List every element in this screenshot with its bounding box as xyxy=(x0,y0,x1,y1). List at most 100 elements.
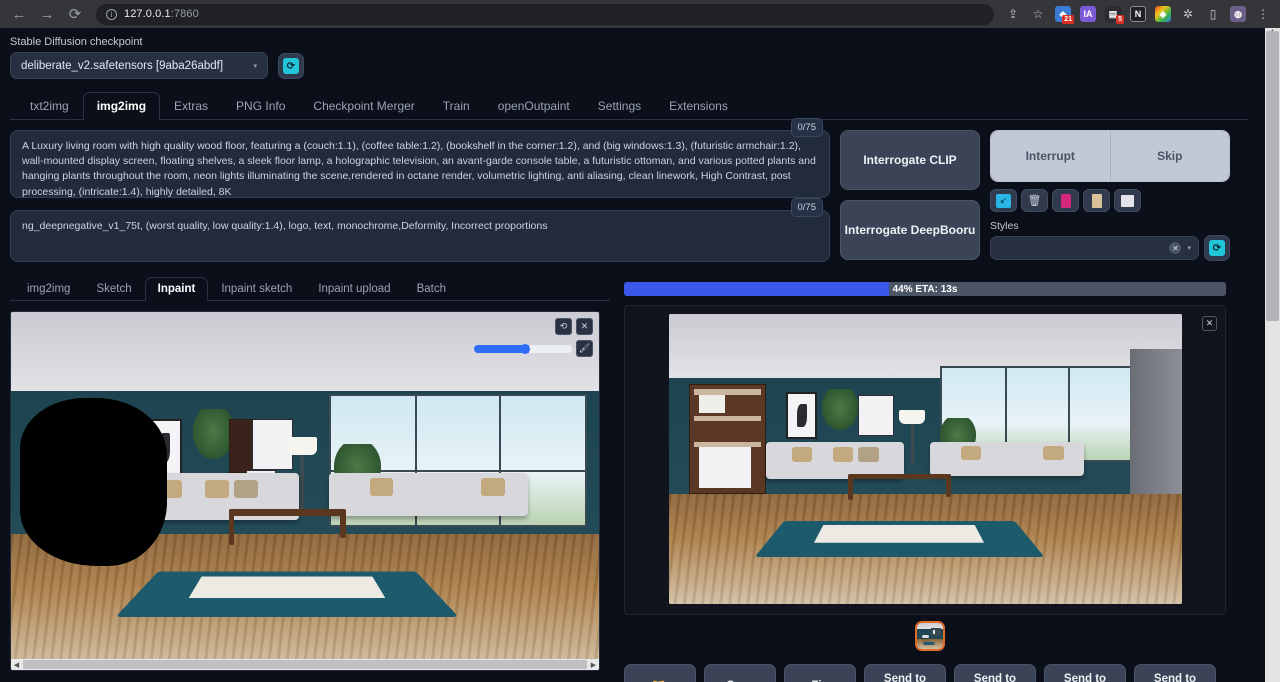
site-info-icon[interactable]: i xyxy=(106,9,117,20)
gallery-thumbnail-selected[interactable] xyxy=(915,621,945,651)
send-to-inpaint-button[interactable]: Send to xyxy=(954,664,1036,682)
refresh-styles-button[interactable]: ⟳ xyxy=(1204,235,1230,261)
tab-train[interactable]: Train xyxy=(429,92,484,120)
scroll-right-icon[interactable]: ▶ xyxy=(588,661,599,669)
url-text: 127.0.0.1:7860 xyxy=(124,8,199,20)
subtab-img2img[interactable]: img2img xyxy=(14,277,83,301)
browser-menu-icon[interactable]: ⋮ xyxy=(1252,3,1274,25)
tab-extras[interactable]: Extras xyxy=(160,92,222,120)
subtab-inpaint-upload[interactable]: Inpaint upload xyxy=(305,277,403,301)
subtab-inpaint-sketch[interactable]: Inpaint sketch xyxy=(208,277,305,301)
negative-token-counter: 0/75 xyxy=(791,198,824,217)
webui-app: Stable Diffusion checkpoint deliberate_v… xyxy=(0,28,1280,682)
extension-icon-4[interactable]: ◈ xyxy=(1152,3,1174,25)
positive-prompt-text: A Luxury living room with high quality w… xyxy=(22,140,816,198)
gallery-thumbnails xyxy=(624,621,1236,651)
positive-prompt-input[interactable]: 0/75 A Luxury living room with high qual… xyxy=(10,130,830,198)
interrogate-clip-button[interactable]: Interrogate CLIP xyxy=(840,130,980,190)
send-to-img2img-button[interactable]: Send to xyxy=(864,664,946,682)
scroll-thumb[interactable] xyxy=(23,660,587,669)
send-to-openoutpaint-button[interactable]: Send to xyxy=(1134,664,1216,682)
main-tab-bar: txt2img img2img Extras PNG Info Checkpoi… xyxy=(10,91,1248,120)
work-area: img2img Sketch Inpaint Inpaint sketch In… xyxy=(10,276,1248,682)
generation-progress-bar: 44% ETA: 13s xyxy=(624,282,1226,296)
undo-icon[interactable]: ⟲ xyxy=(555,318,572,335)
prompt-column: 0/75 A Luxury living room with high qual… xyxy=(10,130,830,262)
interrogate-column: Interrogate CLIP Interrogate DeepBooru xyxy=(840,130,980,262)
interrogate-deepbooru-label: Interrogate DeepBooru xyxy=(845,222,976,238)
side-controls: Interrogate CLIP Interrogate DeepBooru I… xyxy=(840,130,1235,262)
extension-icon-1[interactable]: IA xyxy=(1077,3,1099,25)
profile-avatar[interactable]: ◍ xyxy=(1227,3,1249,25)
result-gallery[interactable]: ✕ xyxy=(624,305,1226,615)
refresh-icon: ⟳ xyxy=(1209,240,1225,256)
canvas-toolbar: ⟲ ✕ 🖌 xyxy=(474,318,593,357)
save-style-icon[interactable] xyxy=(1114,189,1141,212)
checkpoint-field: Stable Diffusion checkpoint deliberate_v… xyxy=(10,36,268,79)
subtab-inpaint[interactable]: Inpaint xyxy=(145,277,209,301)
interrogate-deepbooru-button[interactable]: Interrogate DeepBooru xyxy=(840,200,980,260)
page-scroll-thumb[interactable] xyxy=(1266,31,1279,321)
tab-openoutpaint[interactable]: openOutpaint xyxy=(484,92,584,120)
close-icon[interactable]: ✕ xyxy=(1202,316,1217,331)
checkpoint-dropdown[interactable]: deliberate_v2.safetensors [9aba26abdf] ▾ xyxy=(10,52,268,79)
tab-extensions[interactable]: Extensions xyxy=(655,92,742,120)
save-button[interactable]: Save xyxy=(704,664,776,682)
page-content: Stable Diffusion checkpoint deliberate_v… xyxy=(0,28,1262,682)
extension-icon-3[interactable]: N xyxy=(1127,3,1149,25)
page-scrollbar[interactable]: ▲ xyxy=(1265,28,1280,682)
extra-networks-icon[interactable] xyxy=(1052,189,1079,212)
generated-image[interactable] xyxy=(669,314,1182,604)
apply-style-icon[interactable] xyxy=(1083,189,1110,212)
prompt-section: 0/75 A Luxury living room with high qual… xyxy=(10,130,1248,262)
extension-icon-0[interactable]: ◆21 xyxy=(1052,3,1074,25)
browser-action-icons: ⇪ ☆ ◆21 IA ▤5 N ◈ ✲ ▯ ◍ ⋮ xyxy=(1002,3,1274,25)
reload-icon[interactable]: ⟳ xyxy=(62,1,88,27)
output-action-buttons: 📂 Save Zip Send to Send to Send to Send … xyxy=(624,664,1236,682)
puzzle-icon[interactable]: ✲ xyxy=(1177,3,1199,25)
styles-row: ✕ ▾ ⟳ xyxy=(990,235,1230,261)
tab-txt2img[interactable]: txt2img xyxy=(16,92,83,120)
forward-icon[interactable]: → xyxy=(34,1,60,27)
brush-size-slider[interactable] xyxy=(474,345,572,353)
negative-prompt-text: ng_deepnegative_v1_75t, (worst quality, … xyxy=(22,220,547,232)
address-bar[interactable]: i 127.0.0.1:7860 xyxy=(96,4,994,25)
skip-button[interactable]: Skip xyxy=(1110,131,1230,181)
tab-checkpoint-merger[interactable]: Checkpoint Merger xyxy=(299,92,428,120)
brush-size-control[interactable]: 🖌 xyxy=(474,340,593,357)
remove-image-icon[interactable]: ✕ xyxy=(576,318,593,335)
refresh-checkpoint-button[interactable]: ⟳ xyxy=(278,53,304,79)
styles-label: Styles xyxy=(990,220,1230,232)
interrupt-button[interactable]: Interrupt xyxy=(991,131,1110,181)
inpaint-canvas[interactable]: ⟲ ✕ 🖌 ◀ ▶ xyxy=(10,311,600,671)
close-icon[interactable]: ✕ xyxy=(1169,242,1181,254)
sidepanel-icon[interactable]: ▯ xyxy=(1202,3,1224,25)
tab-img2img[interactable]: img2img xyxy=(83,92,160,120)
subtab-sketch[interactable]: Sketch xyxy=(83,277,144,301)
brush-icon[interactable]: 🖌 xyxy=(576,340,593,357)
tab-settings[interactable]: Settings xyxy=(584,92,655,120)
tab-png-info[interactable]: PNG Info xyxy=(222,92,299,120)
styles-dropdown[interactable]: ✕ ▾ xyxy=(990,236,1199,260)
scroll-left-icon[interactable]: ◀ xyxy=(11,661,22,669)
img2img-tab-bar: img2img Sketch Inpaint Inpaint sketch In… xyxy=(10,276,610,301)
input-pane: img2img Sketch Inpaint Inpaint sketch In… xyxy=(10,276,610,682)
chevron-down-icon: ▾ xyxy=(1187,244,1191,252)
restore-progress-icon[interactable]: ↙ xyxy=(990,189,1017,212)
output-pane: 44% ETA: 13s xyxy=(624,276,1236,682)
positive-token-counter: 0/75 xyxy=(791,118,824,137)
share-icon[interactable]: ⇪ xyxy=(1002,3,1024,25)
bookmark-icon[interactable]: ☆ xyxy=(1027,3,1049,25)
checkpoint-row: Stable Diffusion checkpoint deliberate_v… xyxy=(10,36,1248,79)
progress-label: 44% ETA: 13s xyxy=(624,282,1226,296)
canvas-horizontal-scrollbar[interactable]: ◀ ▶ xyxy=(11,659,599,670)
open-folder-button[interactable]: 📂 xyxy=(624,664,696,682)
extension-icon-2[interactable]: ▤5 xyxy=(1102,3,1124,25)
send-to-extras-button[interactable]: Send to xyxy=(1044,664,1126,682)
negative-prompt-input[interactable]: 0/75 ng_deepnegative_v1_75t, (worst qual… xyxy=(10,210,830,262)
back-icon[interactable]: ← xyxy=(6,1,32,27)
clear-prompt-icon[interactable]: 🗑 xyxy=(1021,189,1048,212)
prompt-tool-icons: ↙ 🗑 xyxy=(990,189,1230,212)
zip-button[interactable]: Zip xyxy=(784,664,856,682)
subtab-batch[interactable]: Batch xyxy=(404,277,459,301)
